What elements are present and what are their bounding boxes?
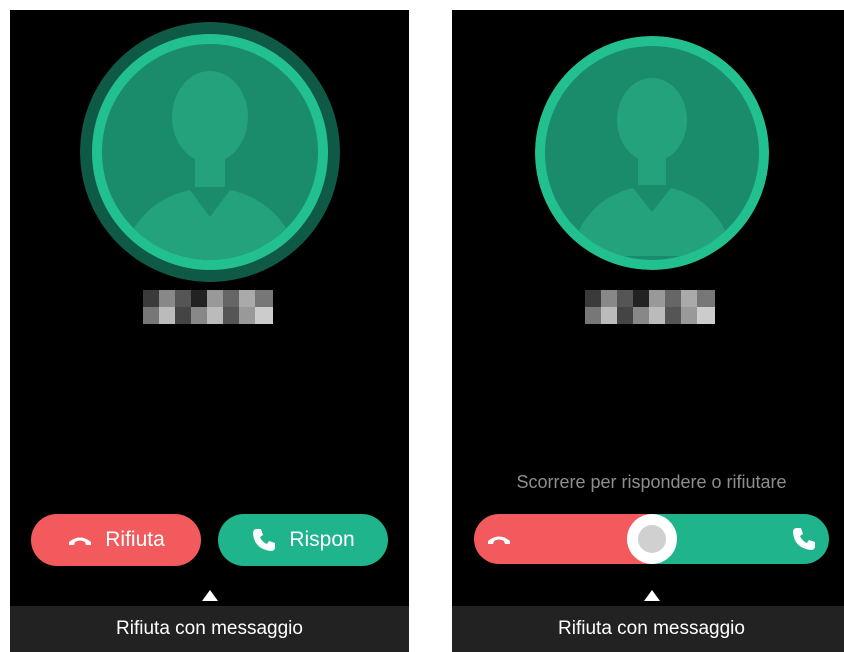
reject-with-message-bar[interactable]: Rifiuta con messaggio [452, 606, 844, 652]
hang-up-icon [69, 537, 92, 545]
phone-icon [253, 529, 276, 551]
slider-knob[interactable] [627, 514, 677, 564]
reject-with-message-label: Rifiuta con messaggio [558, 618, 745, 639]
reject-button[interactable]: Rifiuta [31, 514, 201, 566]
reject-with-message-label: Rifiuta con messaggio [116, 618, 303, 639]
reject-button-label: Rifiuta [105, 528, 165, 551]
incoming-call-screen-slider: Scorrere per rispondere o rifiutare Rifi… [452, 10, 844, 652]
hang-up-icon [488, 536, 510, 544]
up-arrow-icon[interactable] [644, 590, 660, 601]
person-silhouette-icon [535, 36, 769, 270]
reject-with-message-bar[interactable]: Rifiuta con messaggio [10, 606, 409, 652]
answer-button-label: Rispon [289, 528, 355, 551]
caller-avatar [80, 22, 340, 282]
caller-avatar [535, 36, 769, 270]
slide-hint-text: Scorrere per rispondere o rifiutare [516, 472, 787, 492]
up-arrow-icon[interactable] [202, 590, 218, 601]
phone-icon [793, 528, 815, 550]
answer-button[interactable]: Rispon [218, 514, 388, 566]
incoming-call-screen-buttons: Rifiuta Rispon Rifiuta con messaggio [10, 10, 409, 652]
slider-knob-center [638, 525, 666, 553]
person-silhouette-icon [80, 22, 340, 282]
caller-number-pixelated [143, 290, 273, 324]
caller-number-pixelated [585, 290, 715, 324]
